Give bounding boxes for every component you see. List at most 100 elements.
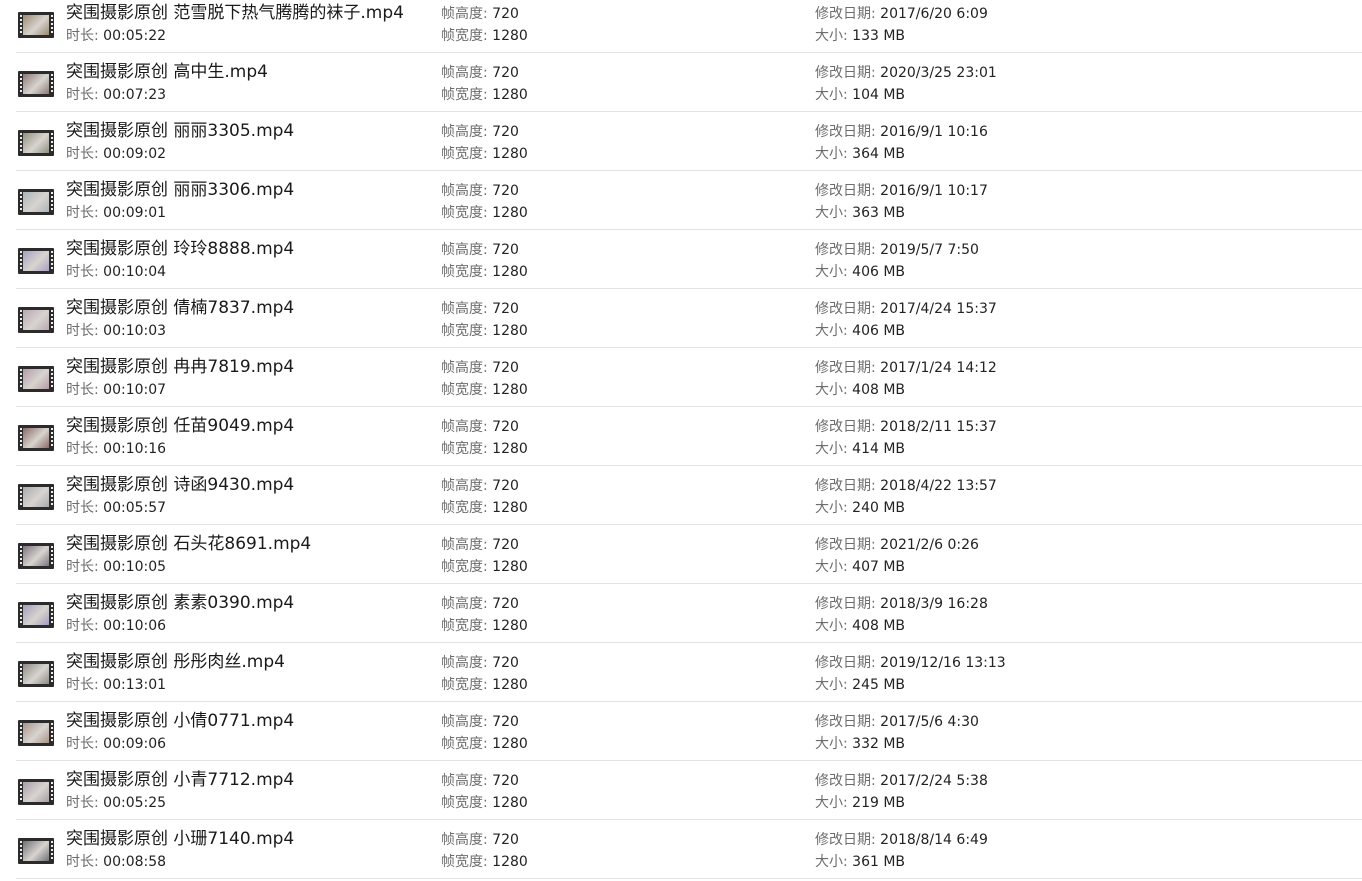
modified-date-label: 修改日期: xyxy=(815,65,876,81)
modified-date-field: 修改日期: 2017/1/24 14:12 xyxy=(815,359,997,377)
file-row[interactable]: 突围摄影原创 高中生.mp4 时长: 00:07:23 帧高度: 720 帧宽度… xyxy=(0,53,1362,112)
file-name[interactable]: 突围摄影原创 素素0390.mp4 xyxy=(66,592,294,614)
frame-height-value: 720 xyxy=(492,65,519,81)
modified-date-value: 2019/5/7 7:50 xyxy=(880,242,979,258)
file-name[interactable]: 突围摄影原创 丽丽3305.mp4 xyxy=(66,120,294,142)
duration-field: 时长: 00:05:25 xyxy=(66,794,166,812)
file-row[interactable]: 突围摄影原创 素素0390.mp4 时长: 00:10:06 帧高度: 720 … xyxy=(0,584,1362,643)
file-name[interactable]: 突围摄影原创 冉冉7819.mp4 xyxy=(66,356,294,378)
file-name[interactable]: 突围摄影原创 玲玲8888.mp4 xyxy=(66,238,294,260)
film-strip-holes xyxy=(50,428,53,448)
duration-field: 时长: 00:05:22 xyxy=(66,27,166,45)
modified-date-label: 修改日期: xyxy=(815,655,876,671)
frame-height-field: 帧高度: 720 xyxy=(441,359,519,377)
duration-value: 00:09:06 xyxy=(103,736,167,752)
file-name[interactable]: 突围摄影原创 石头花8691.mp4 xyxy=(66,533,311,555)
frame-width-label: 帧宽度: xyxy=(441,677,488,693)
duration-label: 时长: xyxy=(66,500,99,516)
frame-height-label: 帧高度: xyxy=(441,360,488,376)
frame-height-value: 720 xyxy=(492,183,519,199)
file-size-label: 大小: xyxy=(815,618,848,634)
file-row[interactable]: 突围摄影原创 玲玲8888.mp4 时长: 00:10:04 帧高度: 720 … xyxy=(0,230,1362,289)
frame-height-field: 帧高度: 720 xyxy=(441,300,519,318)
file-name[interactable]: 突围摄影原创 丽丽3306.mp4 xyxy=(66,179,294,201)
file-size-label: 大小: xyxy=(815,854,848,870)
file-row[interactable]: 突围摄影原创 小青7712.mp4 时长: 00:05:25 帧高度: 720 … xyxy=(0,761,1362,820)
file-size-label: 大小: xyxy=(815,323,848,339)
file-size-field: 大小: 408 MB xyxy=(815,617,905,635)
file-size-field: 大小: 245 MB xyxy=(815,676,905,694)
file-name[interactable]: 突围摄影原创 范雪脱下热气腾腾的袜子.mp4 xyxy=(66,2,404,24)
file-name[interactable]: 突围摄影原创 倩楠7837.mp4 xyxy=(66,297,294,319)
film-strip-holes xyxy=(50,74,53,94)
frame-width-field: 帧宽度: 1280 xyxy=(441,263,528,281)
duration-value: 00:05:57 xyxy=(103,500,167,516)
file-row[interactable]: 突围摄影原创 石头花8691.mp4 时长: 00:10:05 帧高度: 720… xyxy=(0,525,1362,584)
modified-date-field: 修改日期: 2018/4/22 13:57 xyxy=(815,477,997,495)
modified-date-value: 2017/6/20 6:09 xyxy=(880,6,988,22)
modified-date-label: 修改日期: xyxy=(815,714,876,730)
video-thumbnail xyxy=(23,841,49,861)
film-strip-holes xyxy=(50,605,53,625)
file-size-label: 大小: xyxy=(815,146,848,162)
file-name[interactable]: 突围摄影原创 高中生.mp4 xyxy=(66,61,268,83)
file-row[interactable]: 突围摄影原创 丽丽3306.mp4 时长: 00:09:01 帧高度: 720 … xyxy=(0,171,1362,230)
frame-height-label: 帧高度: xyxy=(441,832,488,848)
video-thumbnail xyxy=(23,192,49,212)
duration-label: 时长: xyxy=(66,87,99,103)
file-row[interactable]: 突围摄影原创 丽丽3305.mp4 时长: 00:09:02 帧高度: 720 … xyxy=(0,112,1362,171)
file-name[interactable]: 突围摄影原创 小倩0771.mp4 xyxy=(66,710,294,732)
video-thumbnail xyxy=(23,664,49,684)
file-row[interactable]: 突围摄影原创 冉冉7819.mp4 时长: 00:10:07 帧高度: 720 … xyxy=(0,348,1362,407)
frame-height-label: 帧高度: xyxy=(441,183,488,199)
frame-width-label: 帧宽度: xyxy=(441,87,488,103)
modified-date-value: 2018/2/11 15:37 xyxy=(880,419,997,435)
file-size-label: 大小: xyxy=(815,205,848,221)
modified-date-field: 修改日期: 2016/9/1 10:16 xyxy=(815,123,988,141)
file-size-value: 104 MB xyxy=(852,87,906,103)
duration-field: 时长: 00:10:07 xyxy=(66,381,166,399)
frame-height-value: 720 xyxy=(492,478,519,494)
duration-field: 时长: 00:09:02 xyxy=(66,145,166,163)
file-size-value: 406 MB xyxy=(852,323,906,339)
frame-width-label: 帧宽度: xyxy=(441,264,488,280)
frame-height-field: 帧高度: 720 xyxy=(441,241,519,259)
file-name[interactable]: 突围摄影原创 小珊7140.mp4 xyxy=(66,828,294,850)
frame-width-field: 帧宽度: 1280 xyxy=(441,145,528,163)
modified-date-field: 修改日期: 2016/9/1 10:17 xyxy=(815,182,988,200)
frame-height-label: 帧高度: xyxy=(441,6,488,22)
frame-width-field: 帧宽度: 1280 xyxy=(441,381,528,399)
film-strip-holes xyxy=(19,74,22,94)
video-thumbnail xyxy=(23,15,49,35)
duration-value: 00:10:06 xyxy=(103,618,167,634)
frame-height-label: 帧高度: xyxy=(441,596,488,612)
film-strip-holes xyxy=(50,310,53,330)
duration-field: 时长: 00:09:01 xyxy=(66,204,166,222)
film-strip-holes xyxy=(19,15,22,35)
file-row[interactable]: 突围摄影原创 彤彤肉丝.mp4 时长: 00:13:01 帧高度: 720 帧宽… xyxy=(0,643,1362,702)
modified-date-label: 修改日期: xyxy=(815,6,876,22)
frame-width-label: 帧宽度: xyxy=(441,28,488,44)
frame-width-field: 帧宽度: 1280 xyxy=(441,735,528,753)
frame-height-value: 720 xyxy=(492,714,519,730)
file-row[interactable]: 突围摄影原创 小珊7140.mp4 时长: 00:08:58 帧高度: 720 … xyxy=(0,820,1362,879)
film-strip-holes xyxy=(50,664,53,684)
file-name[interactable]: 突围摄影原创 诗函9430.mp4 xyxy=(66,474,294,496)
file-name[interactable]: 突围摄影原创 彤彤肉丝.mp4 xyxy=(66,651,285,673)
file-size-label: 大小: xyxy=(815,441,848,457)
modified-date-value: 2017/1/24 14:12 xyxy=(880,360,997,376)
file-name[interactable]: 突围摄影原创 任苗9049.mp4 xyxy=(66,415,294,437)
frame-height-field: 帧高度: 720 xyxy=(441,418,519,436)
file-row[interactable]: 突围摄影原创 小倩0771.mp4 时长: 00:09:06 帧高度: 720 … xyxy=(0,702,1362,761)
file-row[interactable]: 突围摄影原创 任苗9049.mp4 时长: 00:10:16 帧高度: 720 … xyxy=(0,407,1362,466)
frame-height-label: 帧高度: xyxy=(441,242,488,258)
file-row[interactable]: 突围摄影原创 范雪脱下热气腾腾的袜子.mp4 时长: 00:05:22 帧高度:… xyxy=(0,0,1362,53)
file-size-value: 414 MB xyxy=(852,441,906,457)
duration-label: 时长: xyxy=(66,559,99,575)
frame-height-label: 帧高度: xyxy=(441,537,488,553)
file-name[interactable]: 突围摄影原创 小青7712.mp4 xyxy=(66,769,294,791)
file-row[interactable]: 突围摄影原创 倩楠7837.mp4 时长: 00:10:03 帧高度: 720 … xyxy=(0,289,1362,348)
file-row[interactable]: 突围摄影原创 诗函9430.mp4 时长: 00:05:57 帧高度: 720 … xyxy=(0,466,1362,525)
file-size-field: 大小: 414 MB xyxy=(815,440,905,458)
video-file-icon xyxy=(18,661,54,687)
